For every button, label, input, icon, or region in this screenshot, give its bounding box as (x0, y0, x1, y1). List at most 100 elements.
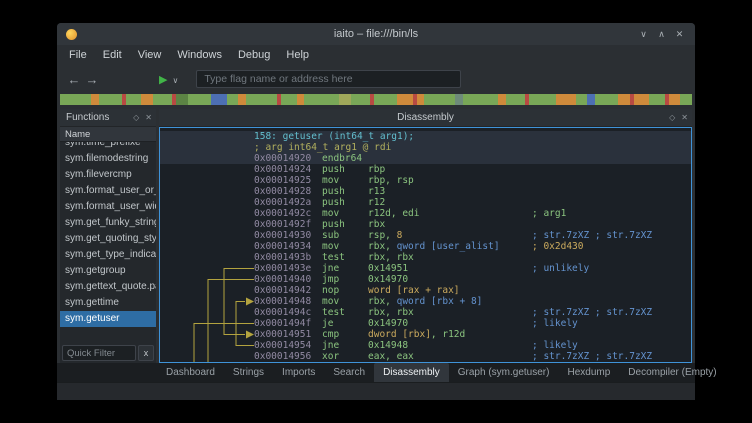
close-icon[interactable]: ✕ (672, 23, 687, 45)
mem-segment (211, 94, 227, 105)
tab-strings[interactable]: Strings (224, 363, 273, 382)
function-item-sym-get-quoting-style[interactable]: sym.get_quoting_style (60, 231, 156, 247)
window-controls: ∨ ∧ ✕ (636, 23, 695, 45)
operands: rbx, qword [rbx + 8] (368, 296, 532, 307)
function-item-sym-get-funky-string[interactable]: sym.get_funky_string (60, 215, 156, 231)
tab-dashboard[interactable]: Dashboard (157, 363, 224, 382)
functions-panel-header[interactable]: Functions ◇ ✕ (60, 109, 156, 127)
address: 0x00014948 (254, 296, 322, 307)
mem-segment (339, 94, 351, 105)
tab-decompiler-empty[interactable]: Decompiler (Empty) (619, 363, 725, 382)
comment: ; likely (532, 318, 578, 329)
operands: rbx (368, 219, 532, 230)
function-item-sym-gettime[interactable]: sym.gettime (60, 295, 156, 311)
tab-hexdump[interactable]: Hexdump (558, 363, 619, 382)
address: 0x00014951 (254, 329, 322, 340)
address: 0x0001493e (254, 263, 322, 274)
function-item-sym-format-user-width[interactable]: sym.format_user_width (60, 199, 156, 215)
mnemonic: push (322, 197, 368, 208)
mem-segment (227, 94, 239, 105)
functions-panel: Functions ◇ ✕ Name sym.time_prefixesym.f… (60, 109, 156, 363)
chevron-down-icon[interactable]: ∨ (172, 76, 178, 85)
menu-edit[interactable]: Edit (95, 45, 130, 66)
flag-address-input[interactable] (196, 70, 461, 88)
menu-windows[interactable]: Windows (169, 45, 230, 66)
function-item-sym-format-user-or-group[interactable]: sym.format_user_or_group (60, 183, 156, 199)
tab-imports[interactable]: Imports (273, 363, 324, 382)
back-icon[interactable]: ← (65, 72, 83, 87)
mem-segment (463, 94, 498, 105)
comment: ; str.7zXZ ; str.7zXZ (532, 307, 652, 318)
mem-segment (649, 94, 665, 105)
function-item-sym-getgroup[interactable]: sym.getgroup (60, 263, 156, 279)
mem-segment (141, 94, 153, 105)
close-panel-icon[interactable]: ✕ (145, 109, 152, 127)
operands: dword [rbx], r12d (368, 329, 532, 340)
mem-segment (60, 94, 91, 105)
disassembly-view[interactable]: 158: getuser (int64_t arg1);; arg int64_… (159, 127, 692, 363)
mnemonic: jne (322, 340, 368, 351)
mem-segment (297, 94, 305, 105)
menu-file[interactable]: File (61, 45, 95, 66)
menu-help[interactable]: Help (278, 45, 317, 66)
address: 0x00014954 (254, 340, 322, 351)
operands: 0x14970 (368, 318, 532, 329)
play-icon[interactable]: ▶ (159, 73, 167, 86)
mnemonic: mov (322, 208, 368, 219)
mem-segment (99, 94, 122, 105)
address: 0x00014940 (254, 274, 322, 285)
function-header-text: ; arg int64_t arg1 @ rdi (254, 142, 391, 153)
minimize-icon[interactable]: ∨ (636, 23, 651, 45)
mem-segment (238, 94, 246, 105)
mem-segment (281, 94, 297, 105)
function-item-sym-time-prefixe[interactable]: sym.time_prefixe (60, 142, 156, 151)
mem-segment (680, 94, 692, 105)
function-item-sym-filevercmp[interactable]: sym.filevercmp (60, 167, 156, 183)
operands: r12 (368, 197, 532, 208)
address: 0x0001494c (254, 307, 322, 318)
function-item-sym-gettext-quote-part-0[interactable]: sym.gettext_quote.part.0 (60, 279, 156, 295)
clear-filter-button[interactable]: x (138, 345, 154, 361)
function-item-sym-filemodestring[interactable]: sym.filemodestring (60, 151, 156, 167)
mem-segment (498, 94, 506, 105)
mnemonic: mov (322, 241, 368, 252)
mnemonic: test (322, 252, 368, 263)
operands: rbp (368, 164, 532, 175)
disassembly-panel-title: Disassembly (159, 112, 692, 123)
disassembly-panel-header[interactable]: Disassembly ◇ ✕ (159, 109, 692, 127)
mem-segment (153, 94, 172, 105)
quick-filter-row: x (60, 343, 156, 363)
quick-filter-input[interactable] (62, 345, 136, 361)
titlebar[interactable]: iaito – file:///bin/ls ∨ ∧ ✕ (57, 23, 695, 45)
mnemonic: cmp (322, 329, 368, 340)
menu-view[interactable]: View (130, 45, 170, 66)
address: 0x0001492a (254, 197, 322, 208)
tab-graph-sym-getuser[interactable]: Graph (sym.getuser) (449, 363, 559, 382)
mnemonic: xor (322, 351, 368, 362)
mem-segment (304, 94, 339, 105)
function-item-sym-getuser[interactable]: sym.getuser (60, 311, 156, 327)
tab-search[interactable]: Search (324, 363, 374, 382)
address: 0x00014920 (254, 153, 322, 164)
float-panel-icon[interactable]: ◇ (133, 109, 139, 127)
window-title: iaito – file:///bin/ls (57, 28, 695, 40)
float-panel-icon[interactable]: ◇ (669, 109, 675, 127)
functions-column-header[interactable]: Name (60, 127, 156, 142)
address: 0x00014924 (254, 164, 322, 175)
forward-icon[interactable]: → (83, 72, 101, 87)
mnemonic: jmp (322, 274, 368, 285)
mnemonic: mov (322, 175, 368, 186)
comment: ; likely (532, 340, 578, 351)
function-item-sym-get-type-indicator[interactable]: sym.get_type_indicator (60, 247, 156, 263)
tab-disassembly[interactable]: Disassembly (374, 363, 449, 382)
mem-segment (424, 94, 455, 105)
app-icon (66, 29, 77, 40)
close-panel-icon[interactable]: ✕ (681, 109, 688, 127)
comment: ; str.7zXZ ; str.7zXZ (532, 351, 652, 362)
mnemonic: push (322, 219, 368, 230)
maximize-icon[interactable]: ∧ (654, 23, 669, 45)
menu-debug[interactable]: Debug (230, 45, 278, 66)
memory-map-strip[interactable] (60, 94, 692, 105)
mem-segment (126, 94, 142, 105)
operands: 0x14948 (368, 340, 532, 351)
